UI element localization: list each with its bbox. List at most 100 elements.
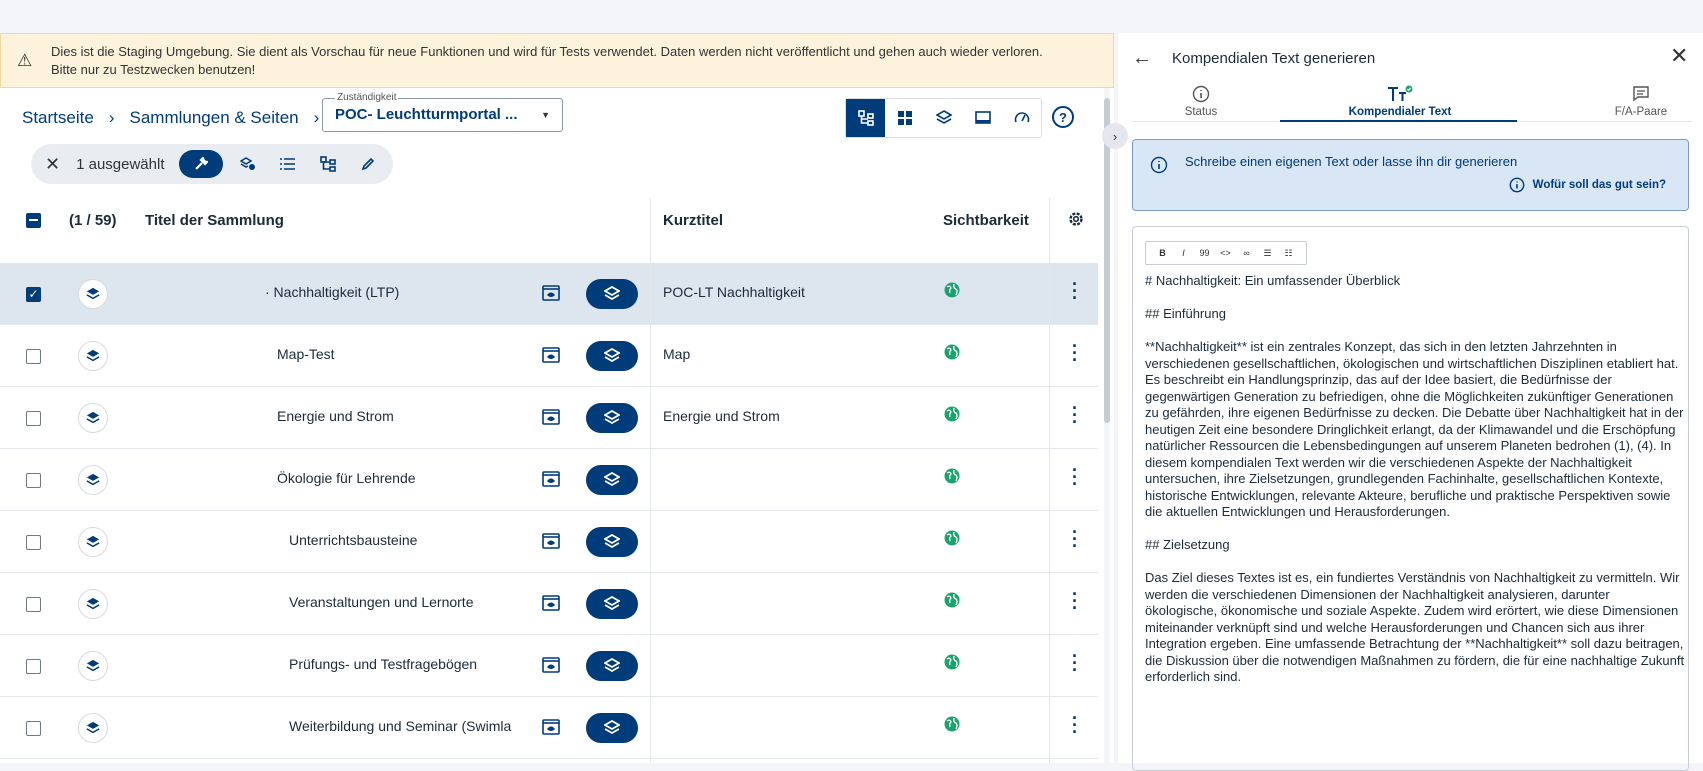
tab-compendial-text[interactable]: Kompendialer Text [1340,85,1460,118]
table-row[interactable]: Unterrichtsbausteine · · · [0,511,1098,573]
open-collection-button[interactable] [586,341,638,371]
arrow-left-icon[interactable]: ← [1132,47,1152,70]
bullet-list-button[interactable]: ☰ [1257,248,1278,259]
tab-qa-pairs[interactable]: F/A-Paare [1601,85,1681,118]
collection-title[interactable]: Unterrichtsbausteine [289,532,417,548]
open-collection-button[interactable] [586,589,638,619]
layers-icon[interactable] [78,589,108,619]
settings-icon[interactable] [1067,210,1085,232]
more-icon[interactable]: · · · [1070,461,1080,493]
preview-icon[interactable] [542,533,560,554]
bold-button[interactable]: B [1152,248,1173,258]
code-button[interactable]: <> [1215,248,1236,258]
collection-title[interactable]: Veranstaltungen und Lernorte [289,594,473,610]
table-row[interactable]: Weiterbildung und Seminar (Swimla · · · [0,697,1098,759]
collection-title[interactable]: Map-Test [277,346,335,362]
open-collection-button[interactable] [586,279,638,309]
quote-button[interactable]: 99 [1194,248,1215,258]
clear-selection-icon[interactable]: ✕ [45,154,60,175]
row-checkbox[interactable] [26,349,41,364]
column-visibility[interactable]: Sichtbarkeit [943,212,1029,229]
tools-button[interactable] [178,150,223,178]
layers-icon[interactable] [78,279,108,309]
layers-icon[interactable] [78,651,108,681]
open-collection-button[interactable] [586,465,638,495]
row-checkbox[interactable]: ✓ [26,287,41,302]
zustaendigkeit-select[interactable]: Zuständigkeit POC- Leuchtturmportal ... … [322,92,563,132]
tree-view-button[interactable] [846,99,885,137]
layers-icon[interactable] [78,341,108,371]
zustaendigkeit-label: Zuständigkeit [335,92,399,103]
column-title[interactable]: Titel der Sammlung [145,212,284,229]
markdown-editor[interactable]: B I 99 <> ∞ ☰ ☷ # Nachhaltigkeit: Ein um… [1132,226,1689,771]
row-checkbox[interactable] [26,411,41,426]
info-link[interactable]: Wofür soll das gut sein? [1509,177,1666,193]
layers-icon[interactable] [78,465,108,495]
collection-title[interactable]: Weiterbildung und Seminar (Swimla [289,718,511,734]
preview-icon[interactable] [542,409,560,430]
chevron-right-icon[interactable]: › [1102,123,1128,149]
preview-icon[interactable] [542,347,560,368]
collection-title[interactable]: Energie und Strom [277,408,394,424]
link-button[interactable]: ∞ [1236,248,1257,258]
open-collection-button[interactable] [586,527,638,557]
more-icon[interactable]: · · · [1070,647,1080,679]
italic-button[interactable]: I [1173,248,1194,258]
grid-icon [897,111,912,125]
main-scrollbar[interactable] [1104,88,1110,763]
numbered-list-button[interactable]: ☷ [1278,248,1299,259]
preview-icon[interactable] [542,719,560,740]
layers-icon[interactable] [78,713,108,743]
table-row[interactable]: Veranstaltungen und Lernorte · · · [0,573,1098,635]
breadcrumb-collections[interactable]: Sammlungen & Seiten [129,108,298,128]
grid-view-button[interactable] [885,99,924,137]
more-icon[interactable]: · · · [1070,709,1080,741]
layers-icon [604,658,620,673]
gauge-icon [1014,112,1029,123]
row-checkbox[interactable] [26,473,41,488]
info-text: Schreibe einen eigenen Text oder lasse i… [1185,154,1518,169]
preview-icon[interactable] [542,285,560,306]
column-short-title[interactable]: Kurztitel [663,212,723,229]
open-collection-button[interactable] [586,713,638,743]
layers-icon[interactable] [78,403,108,433]
help-icon[interactable]: ? [1052,106,1074,128]
preview-view-button[interactable] [963,99,1002,137]
collection-title[interactable]: Ökologie für Lehrende [277,470,416,486]
row-checkbox[interactable] [26,535,41,550]
row-checkbox[interactable] [26,721,41,736]
collection-title[interactable]: · Nachhaltigkeit (LTP) [265,284,399,300]
row-checkbox[interactable] [26,597,41,612]
more-icon[interactable]: · · · [1070,275,1080,307]
move-button[interactable] [233,150,263,178]
close-icon[interactable]: ✕ [1670,43,1688,69]
preview-icon[interactable] [542,471,560,492]
panel-title: Kompendialen Text generieren [1172,50,1376,67]
open-collection-button[interactable] [586,651,638,681]
table-row[interactable]: Prüfungs- und Testfragebögen · · · [0,635,1098,697]
row-checkbox[interactable] [26,659,41,674]
structure-button[interactable] [313,150,343,178]
editor-content[interactable]: # Nachhaltigkeit: Ein umfassender Überbl… [1145,273,1685,702]
table-row[interactable]: Map-Test Map · · · [0,325,1098,387]
preview-icon[interactable] [542,595,560,616]
list-button[interactable] [273,150,303,178]
more-icon[interactable]: · · · [1070,523,1080,555]
more-icon[interactable]: · · · [1070,399,1080,431]
more-icon[interactable]: · · · [1070,337,1080,369]
tab-status[interactable]: Status [1161,85,1241,118]
edit-button[interactable] [353,150,383,178]
layers-view-button[interactable] [924,99,963,137]
stats-view-button[interactable] [1002,99,1041,137]
collection-title[interactable]: Prüfungs- und Testfragebögen [289,656,477,672]
breadcrumb-home[interactable]: Startseite [22,108,94,128]
editor-heading-1: # Nachhaltigkeit: Ein umfassender Überbl… [1145,273,1401,288]
layers-icon[interactable] [78,527,108,557]
table-row[interactable]: Ökologie für Lehrende · · · [0,449,1098,511]
more-icon[interactable]: · · · [1070,585,1080,617]
preview-icon[interactable] [542,657,560,678]
table-row[interactable]: Energie und Strom Energie und Strom · · · [0,387,1098,449]
open-collection-button[interactable] [586,403,638,433]
table-row[interactable]: ✓ · Nachhaltigkeit (LTP) POC-LT Nachhaltig… [0,263,1098,325]
select-all-checkbox[interactable] [26,213,41,228]
